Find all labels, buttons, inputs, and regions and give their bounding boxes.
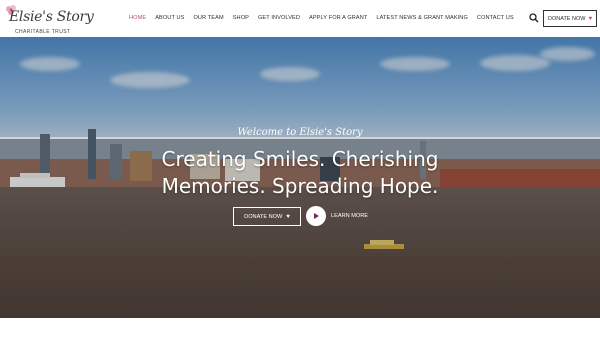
donate-button[interactable]: DONATE NOW ♥ xyxy=(543,10,597,27)
hero-welcome: Welcome to Elsie's Story xyxy=(237,127,363,138)
nav-item-our-team[interactable]: OUR TEAM xyxy=(193,15,223,21)
hero-donate-button[interactable]: DONATE NOW ♥ xyxy=(233,207,301,226)
learn-more-link[interactable]: LEARN MORE xyxy=(331,213,368,219)
hero-donate-label: DONATE NOW xyxy=(244,213,283,220)
nav-item-home[interactable]: HOME xyxy=(129,15,146,21)
heart-icon: ♥ xyxy=(588,15,593,22)
nav-item-get-involved[interactable]: GET INVOLVED xyxy=(258,15,300,21)
nav-item-apply-for-grant[interactable]: APPLY FOR A GRANT xyxy=(309,15,367,21)
nav-item-latest-news[interactable]: LATEST NEWS & GRANT MAKING xyxy=(376,15,468,21)
play-triangle-icon xyxy=(314,213,319,219)
nav-item-contact-us[interactable]: CONTACT US xyxy=(477,15,514,21)
hero-title: Creating Smiles. Cherishing Memories. Sp… xyxy=(161,147,439,198)
heart-icon: ♥ xyxy=(286,213,290,220)
nav-item-about-us[interactable]: ABOUT US xyxy=(155,15,184,21)
play-icon[interactable] xyxy=(306,206,326,226)
nav-item-shop[interactable]: SHOP xyxy=(233,15,249,21)
search-icon[interactable] xyxy=(529,13,539,23)
hero-section: Welcome to Elsie's Story Creating Smiles… xyxy=(0,37,600,318)
site-header: Elsie's Story CHARITABLE TRUST HOME ABOU… xyxy=(0,0,600,37)
logo[interactable]: Elsie's Story CHARITABLE TRUST xyxy=(3,3,94,35)
page-bottom xyxy=(0,318,600,338)
brand-tagline: CHARITABLE TRUST xyxy=(15,29,71,35)
brand-name: Elsie's Story xyxy=(9,9,94,25)
main-nav: HOME ABOUT US OUR TEAM SHOP GET INVOLVED… xyxy=(129,15,523,21)
donate-button-label: DONATE NOW xyxy=(547,15,586,22)
